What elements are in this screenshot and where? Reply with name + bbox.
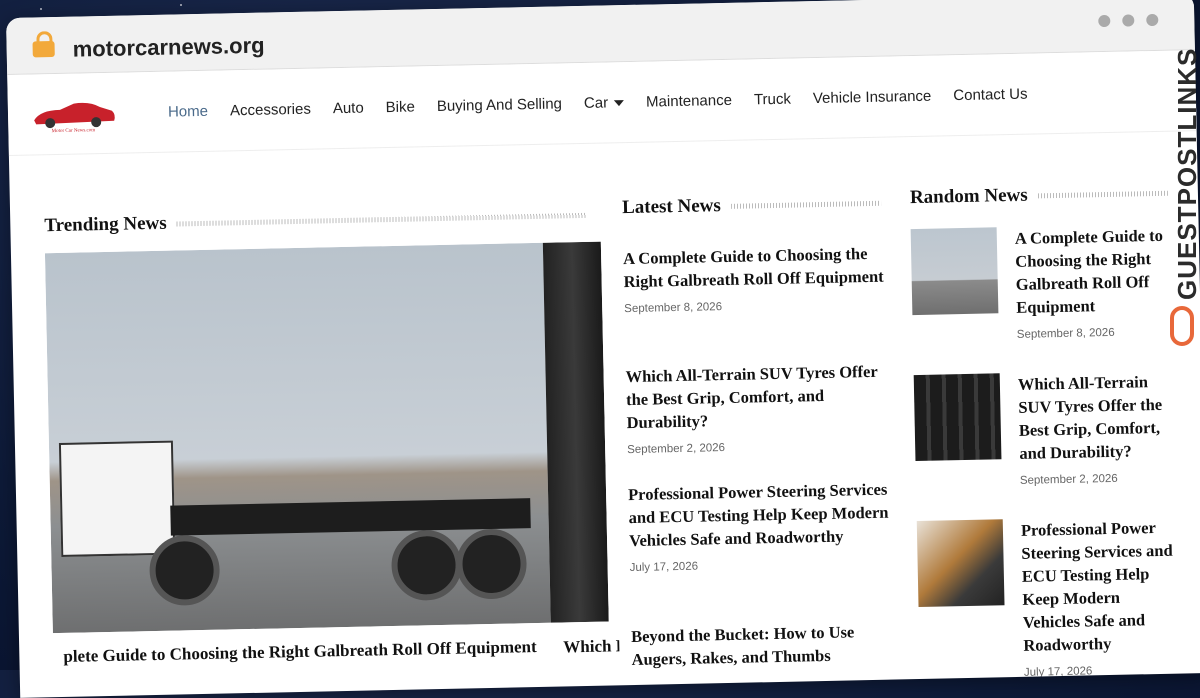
browser-window: motorcarnews.org Motor Car News.com Home… (6, 0, 1200, 698)
latest-post: Beyond the Bucket: How to Use Augers, Ra… (631, 619, 898, 671)
post-thumbnail-engine[interactable] (916, 519, 1005, 608)
lock-icon (32, 40, 55, 58)
hero-truck-image[interactable] (44, 242, 551, 634)
post-date: September 2, 2026 (1019, 472, 1118, 487)
latest-post: A Complete Guide to Choosing the Right G… (623, 242, 890, 316)
window-dot-icon[interactable] (1122, 14, 1135, 27)
svg-text:Motor Car News.com: Motor Car News.com (52, 128, 96, 134)
post-thumbnail-truck[interactable] (910, 227, 999, 316)
hero-caption-side[interactable]: Which Durabi (563, 635, 619, 658)
latest-post: Professional Power Steering Services and… (628, 478, 896, 575)
post-title[interactable]: Professional Power Steering Services and… (1021, 516, 1182, 657)
post-date: September 8, 2026 (624, 301, 723, 316)
hero-tyre-image[interactable] (542, 241, 609, 623)
trending-title-text: Trending News (44, 212, 167, 237)
post-thumbnail-tyres[interactable] (913, 373, 1002, 462)
wheel (390, 529, 463, 602)
window-dot-icon[interactable] (1098, 14, 1111, 28)
nav-truck[interactable]: Truck (754, 91, 791, 109)
nav-car-label: Car (583, 94, 609, 112)
site-logo[interactable]: Motor Car News.com (30, 97, 117, 135)
random-post: Which All-Terrain SUV Tyres Offer the Be… (913, 369, 1186, 495)
address-bar[interactable]: motorcarnews.org (72, 33, 264, 63)
post-title[interactable]: Professional Power Steering Services and… (628, 478, 895, 553)
post-date: September 8, 2026 (1016, 326, 1115, 341)
post-title[interactable]: Which All-Terrain SUV Tyres Offer the Be… (1018, 370, 1178, 465)
wheel (455, 528, 528, 600)
title-divider (730, 200, 881, 209)
watermark-text: GUESTPOSTLINKS (1172, 47, 1200, 300)
window-dot-icon[interactable] (1146, 13, 1159, 27)
random-post-text: Which All-Terrain SUV Tyres Offer the Be… (1018, 370, 1178, 487)
random-post-text: A Complete Guide to Choosing the Right G… (1015, 224, 1175, 341)
window-controls (1098, 13, 1159, 28)
random-post-text: Professional Power Steering Services and… (1021, 516, 1182, 679)
post-title[interactable]: Beyond the Bucket: How to Use Augers, Ra… (631, 619, 898, 671)
chevron-down-icon (614, 100, 625, 107)
post-date: September 2, 2026 (627, 442, 726, 457)
post-date: July 17, 2026 (629, 560, 699, 575)
nav-maintenance[interactable]: Maintenance (646, 92, 732, 111)
trending-hero-image[interactable] (44, 241, 609, 634)
nav-accessories[interactable]: Accessories (230, 101, 311, 120)
main-content: Trending News plete Guide to Choosing th… (9, 131, 1200, 698)
random-title-text: Random News (909, 184, 1028, 209)
main-nav: Home Accessories Auto Bike Buying And Se… (168, 86, 1028, 121)
latest-section-title: Latest News (622, 192, 881, 219)
nav-contact-us[interactable]: Contact Us (953, 86, 1028, 105)
nav-home[interactable]: Home (168, 103, 208, 121)
truck-cab (58, 440, 176, 557)
nav-buying-and-selling[interactable]: Buying And Selling (437, 95, 562, 115)
post-title[interactable]: A Complete Guide to Choosing the Right G… (623, 242, 890, 294)
post-title[interactable]: A Complete Guide to Choosing the Right G… (1015, 224, 1175, 319)
post-date: July 17, 2026 (1023, 665, 1093, 679)
hero-caption-main[interactable]: plete Guide to Choosing the Right Galbre… (63, 637, 553, 667)
link-icon (1170, 306, 1194, 346)
post-title[interactable]: Which All-Terrain SUV Tyres Offer the Be… (625, 360, 892, 435)
title-divider (1037, 190, 1168, 198)
nav-vehicle-insurance[interactable]: Vehicle Insurance (813, 88, 932, 107)
wheel (148, 534, 221, 607)
random-news-list: A Complete Guide to Choosing the Right G… (910, 223, 1190, 679)
title-divider (176, 212, 587, 226)
nav-car[interactable]: Car (584, 94, 625, 112)
random-post: A Complete Guide to Choosing the Right G… (910, 223, 1183, 349)
nav-bike[interactable]: Bike (386, 98, 416, 116)
random-section-title: Random News (910, 182, 1168, 209)
random-post: Professional Power Steering Services and… (916, 515, 1189, 679)
latest-post: Which All-Terrain SUV Tyres Offer the Be… (625, 360, 893, 457)
truck-bed (170, 498, 531, 536)
latest-title-text: Latest News (621, 195, 721, 219)
trending-section-title: Trending News (44, 204, 587, 237)
nav-auto[interactable]: Auto (333, 100, 364, 118)
